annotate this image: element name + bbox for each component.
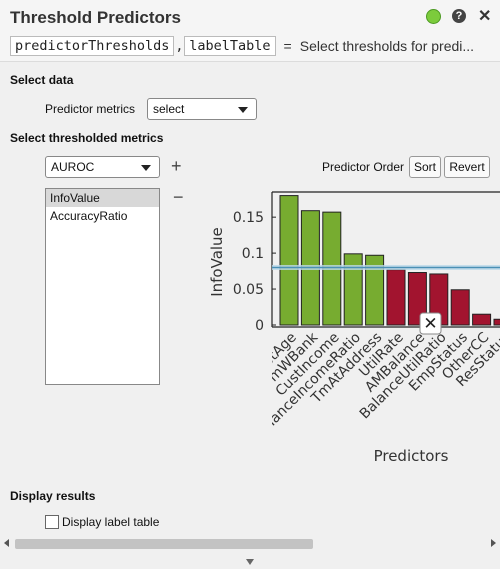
predictor-bar-chart: 00.050.10.15 CustAgeTmWBankCustIncomeBal… <box>208 191 500 465</box>
y-tick-label: 0.05 <box>233 282 264 298</box>
scroll-right-icon[interactable] <box>491 539 496 547</box>
display-label-table-checkbox[interactable] <box>45 515 59 529</box>
task-description: Select thresholds for predi... <box>299 38 475 54</box>
chevron-down-icon[interactable] <box>246 559 254 565</box>
y-tick-label: 0.15 <box>233 210 264 226</box>
output-variable-label-table[interactable]: labelTable <box>184 36 276 56</box>
scrollbar-thumb[interactable] <box>15 539 313 549</box>
display-results-heading: Display results <box>10 489 96 503</box>
add-metric-icon[interactable]: + <box>171 157 182 175</box>
y-tick-label: 0 <box>255 318 264 334</box>
output-separator: , <box>175 38 184 54</box>
bar-ResStatus <box>493 318 500 326</box>
x-axis-label: Predictors <box>374 447 449 465</box>
select-data-heading: Select data <box>10 73 74 87</box>
bar-EmpStatus <box>450 289 470 326</box>
status-indicator-icon <box>426 9 441 24</box>
predictor-order-label: Predictor Order <box>322 160 405 174</box>
y-tick-label: 0.1 <box>242 246 264 262</box>
metrics-listbox[interactable]: InfoValue AccuracyRatio <box>45 188 160 385</box>
help-icon[interactable]: ? <box>452 9 466 23</box>
predictor-metrics-dropdown[interactable]: select <box>147 98 257 120</box>
close-icon[interactable]: ✕ <box>478 6 491 26</box>
chevron-down-icon <box>238 107 248 113</box>
bar-UtilRate <box>386 269 406 326</box>
list-item[interactable]: InfoValue <box>46 189 159 207</box>
bar-BalanceIncomeRatio <box>343 253 363 326</box>
display-label-table-label: Display label table <box>62 515 160 529</box>
threshold-handle[interactable]: ✕ <box>419 312 442 335</box>
select-thresholded-metrics-heading: Select thresholded metrics <box>10 131 164 145</box>
remove-metric-icon[interactable]: − <box>173 188 184 206</box>
metric-dropdown[interactable]: AUROC <box>45 156 160 178</box>
close-icon[interactable]: ✕ <box>423 314 437 334</box>
predictor-metrics-value: select <box>153 102 185 116</box>
code-signature: predictorThresholds , labelTable = Selec… <box>10 36 480 56</box>
assignment-operator: = <box>283 38 292 54</box>
revert-button[interactable]: Revert <box>444 156 490 178</box>
header-bar: Threshold Predictors ? ✕ predictorThresh… <box>0 0 500 62</box>
output-variable-predictor-thresholds[interactable]: predictorThresholds <box>10 36 175 56</box>
predictor-metrics-label: Predictor metrics <box>45 102 136 116</box>
bar-CustAge <box>279 195 299 326</box>
sort-button[interactable]: Sort <box>409 156 441 178</box>
list-item[interactable]: AccuracyRatio <box>46 207 159 225</box>
bar-OtherCC <box>472 313 492 326</box>
y-axis-label: InfoValue <box>208 227 226 297</box>
chevron-down-icon <box>141 165 151 171</box>
scroll-left-icon[interactable] <box>4 539 9 547</box>
page-title: Threshold Predictors <box>10 8 181 27</box>
metric-dropdown-value: AUROC <box>51 160 95 174</box>
